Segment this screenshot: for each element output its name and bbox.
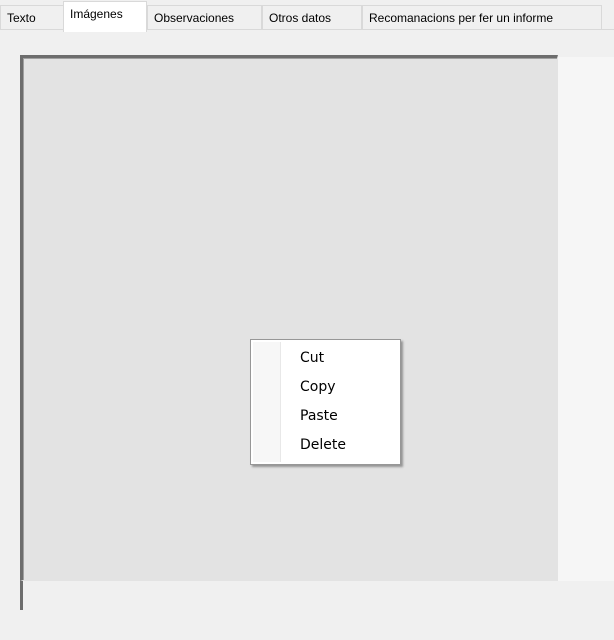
image-panel-border	[23, 58, 557, 580]
bottom-strip	[20, 581, 614, 610]
tab-recomanacions[interactable]: Recomanacions per fer un informe	[362, 5, 602, 29]
menu-item-delete[interactable]: Delete	[253, 431, 398, 460]
tab-imagenes[interactable]: Imágenes	[63, 1, 147, 32]
window: Texto Imágenes Observaciones Otros datos…	[0, 0, 614, 640]
image-panel[interactable]	[20, 55, 558, 581]
panel-left-edge	[20, 581, 23, 610]
menu-item-copy[interactable]: Copy	[253, 373, 398, 402]
menu-item-paste[interactable]: Paste	[253, 402, 398, 431]
tab-strip: Texto Imágenes Observaciones Otros datos…	[0, 0, 614, 32]
right-panel-area	[558, 57, 614, 581]
tab-otros-datos[interactable]: Otros datos	[262, 5, 362, 29]
tab-texto[interactable]: Texto	[0, 5, 64, 29]
menu-item-cut[interactable]: Cut	[253, 344, 398, 373]
context-menu: Cut Copy Paste Delete	[250, 339, 401, 465]
tab-observaciones[interactable]: Observaciones	[147, 5, 262, 29]
